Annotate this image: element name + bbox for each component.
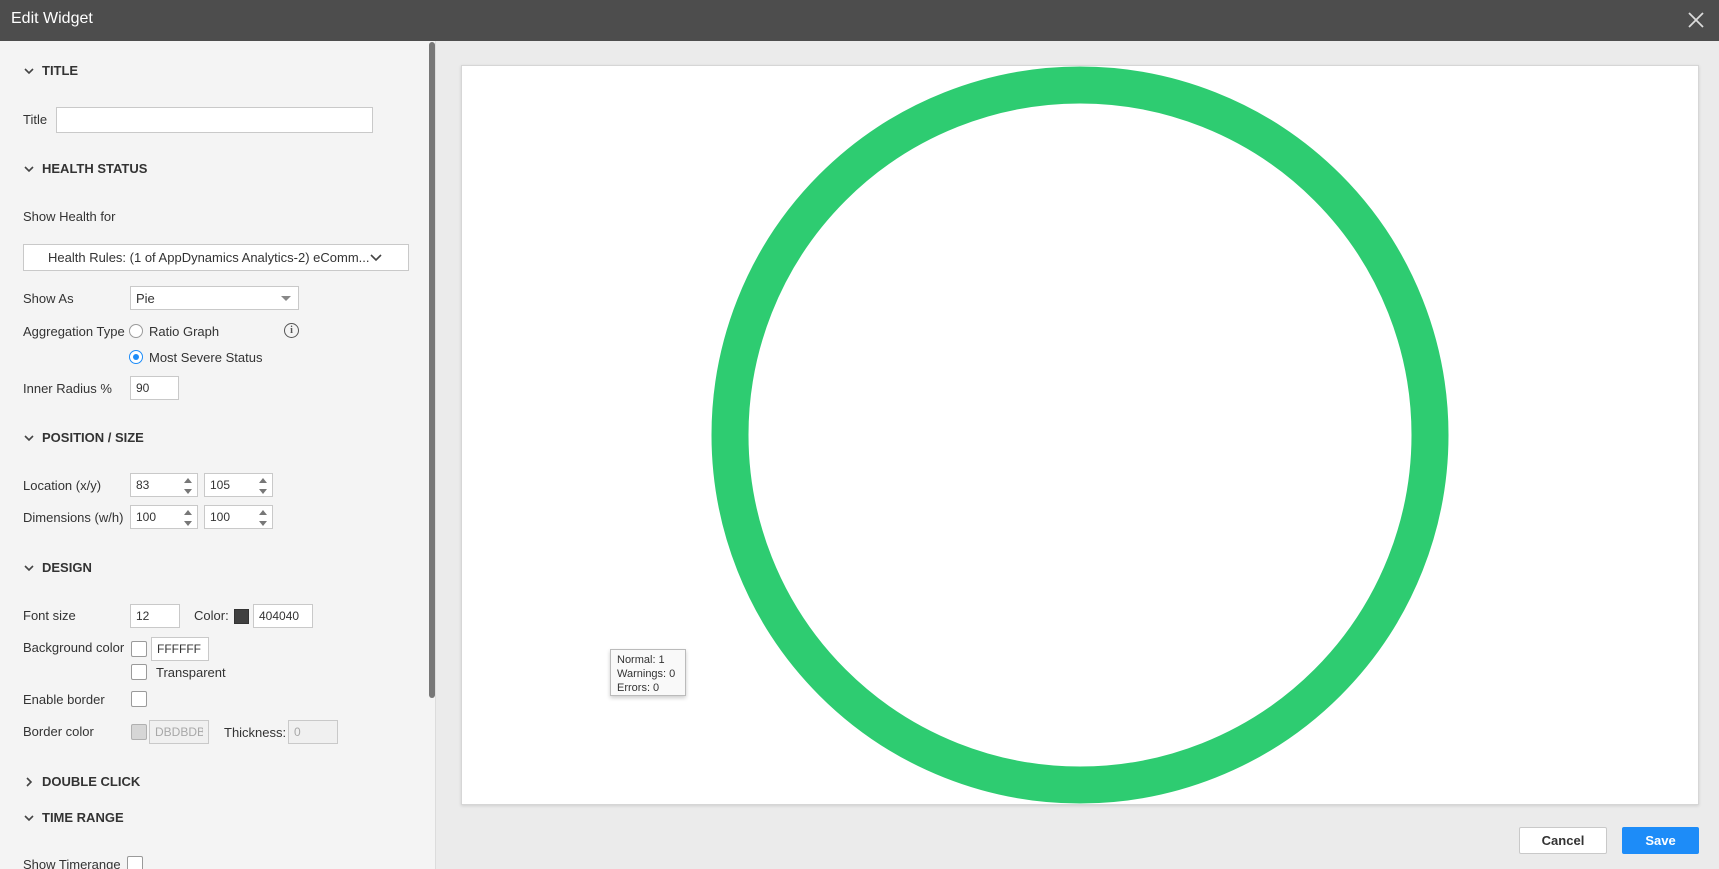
most-severe-status-label: Most Severe Status [149, 350, 263, 365]
section-time-range-header[interactable]: TIME RANGE [23, 810, 124, 825]
chevron-down-icon [24, 434, 34, 441]
location-y-stepper[interactable]: 105 [204, 473, 273, 497]
stepper-arrows-icon[interactable] [184, 478, 192, 494]
font-color-swatch[interactable] [234, 609, 249, 624]
inner-radius-label: Inner Radius % [23, 381, 112, 396]
thickness-input [288, 720, 338, 744]
settings-scrollbar[interactable] [429, 42, 435, 698]
transparent-checkbox[interactable] [131, 664, 147, 680]
section-time-range-label: TIME RANGE [42, 810, 124, 825]
settings-panel: TITLE Title HEALTH STATUS Show Health fo… [0, 41, 436, 869]
show-health-for-label: Show Health for [23, 209, 116, 224]
border-color-swatch [131, 724, 147, 740]
ratio-graph-radio[interactable] [129, 324, 143, 338]
ring-normal-segment[interactable] [711, 66, 1449, 804]
dimensions-label: Dimensions (w/h) [23, 510, 124, 525]
border-color-label: Border color [23, 724, 94, 739]
background-color-input[interactable] [151, 637, 209, 661]
section-design-label: DESIGN [42, 560, 92, 575]
stepper-arrows-icon[interactable] [184, 510, 192, 526]
tooltip-errors: Errors: 0 [617, 682, 660, 694]
location-x-value: 83 [136, 478, 150, 492]
title-input[interactable] [56, 107, 373, 133]
location-y-value: 105 [210, 478, 231, 492]
save-button[interactable]: Save [1622, 827, 1699, 854]
inner-radius-input[interactable] [130, 376, 179, 400]
close-icon[interactable] [1685, 9, 1707, 31]
color-label: Color: [194, 608, 229, 623]
section-health-status-label: HEALTH STATUS [42, 161, 148, 176]
ratio-graph-label: Ratio Graph [149, 324, 220, 339]
caret-down-icon [281, 296, 291, 301]
chevron-down-icon [370, 254, 382, 262]
font-color-input[interactable] [253, 604, 313, 628]
most-severe-status-radio[interactable] [129, 350, 143, 364]
section-position-size-header[interactable]: POSITION / SIZE [23, 430, 144, 445]
width-stepper[interactable]: 100 [130, 505, 198, 529]
height-stepper[interactable]: 100 [204, 505, 273, 529]
chevron-right-icon [26, 776, 33, 787]
enable-border-label: Enable border [23, 692, 105, 707]
thickness-label: Thickness: [224, 725, 287, 740]
location-label: Location (x/y) [23, 478, 102, 493]
chevron-down-icon [24, 814, 34, 821]
font-size-label: Font size [23, 608, 76, 623]
aggregation-type-label: Aggregation Type [23, 324, 125, 339]
tooltip-warnings: Warnings: 0 [617, 668, 676, 680]
enable-border-checkbox[interactable] [131, 691, 147, 707]
section-health-status-header[interactable]: HEALTH STATUS [23, 161, 147, 176]
show-health-for-value: Health Rules: (1 of AppDynamics Analytic… [48, 250, 370, 265]
width-value: 100 [136, 510, 157, 524]
info-icon[interactable]: i [284, 323, 299, 338]
chevron-down-icon [24, 564, 34, 571]
cancel-button[interactable]: Cancel [1519, 827, 1607, 854]
section-double-click-header[interactable]: DOUBLE CLICK [23, 774, 140, 789]
chevron-down-icon [24, 165, 34, 172]
font-size-input[interactable] [130, 604, 180, 628]
location-x-stepper[interactable]: 83 [130, 473, 198, 497]
stepper-arrows-icon[interactable] [259, 510, 267, 526]
dialog-titlebar: Edit Widget [0, 0, 1719, 41]
height-value: 100 [210, 510, 231, 524]
show-as-label: Show As [23, 291, 74, 306]
show-health-for-dropdown[interactable]: Health Rules: (1 of AppDynamics Analytic… [23, 244, 409, 271]
section-double-click-label: DOUBLE CLICK [42, 774, 141, 789]
stepper-arrows-icon[interactable] [259, 478, 267, 494]
section-title-header[interactable]: TITLE [23, 63, 78, 78]
tooltip-normal: Normal: 1 [617, 654, 665, 666]
section-position-size-label: POSITION / SIZE [42, 430, 144, 445]
health-tooltip: Normal: 1 Warnings: 0 Errors: 0 [610, 649, 686, 696]
section-title-label: TITLE [42, 63, 79, 78]
section-design-header[interactable]: DESIGN [23, 560, 92, 575]
border-color-input [149, 720, 209, 744]
show-timerange-label: Show Timerange [23, 857, 121, 869]
dialog-title: Edit Widget [11, 10, 93, 27]
transparent-label: Transparent [156, 665, 226, 680]
show-as-select[interactable]: Pie [130, 286, 299, 310]
show-timerange-checkbox[interactable] [127, 856, 143, 869]
background-color-swatch[interactable] [131, 641, 147, 657]
background-color-label: Background color [23, 640, 125, 655]
chevron-down-icon [24, 67, 34, 74]
show-as-value: Pie [136, 290, 155, 306]
title-label: Title [23, 112, 48, 127]
